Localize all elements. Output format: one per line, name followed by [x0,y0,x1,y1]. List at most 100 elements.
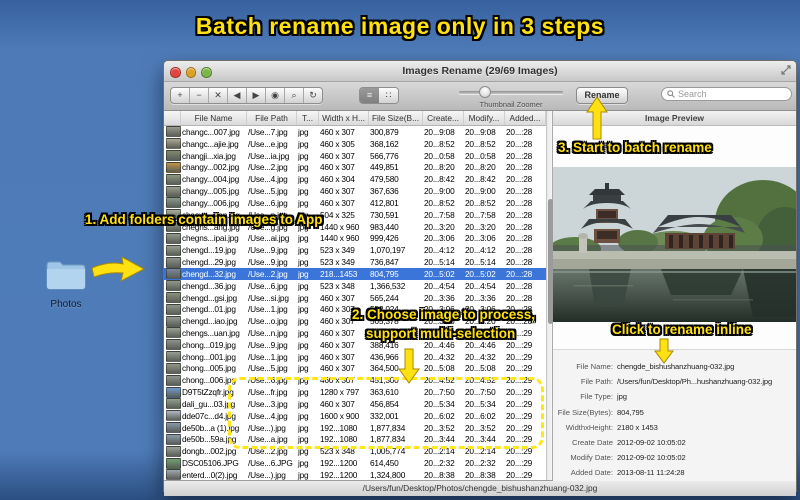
cell-modified: 20...3:06 [465,233,496,244]
table-row[interactable]: dongb...002.jpg/Use...2.jpg jpg 523 x 348 1… [164,445,546,457]
refresh-button[interactable]: ↻ [304,88,322,103]
cell-type: jpg [298,126,309,137]
step3-annotation: 3. Start to batch rename [558,140,712,155]
table-row[interactable]: chong...005.jpg/Use...5.jpg jpg 460 x 307 3… [164,362,546,375]
file-info-value[interactable]: 2012-09-02 10:05:02 [613,438,686,447]
list-view-icon[interactable]: ≡ [360,88,379,103]
table-row[interactable]: chong...001.jpg/Use...1.jpg jpg 460 x 307 4… [164,351,546,363]
table-row[interactable]: dde07c...d4.jpg/Use...4.jpg jpg 1600 x 900… [164,410,546,422]
cell-created: 20...9:08 [424,126,455,137]
remove-button[interactable]: − [190,88,209,103]
table-row[interactable]: chengd...gsi.jpg/Use...si.jpg jpg 460 x 30… [164,292,546,304]
table-scrollbar[interactable] [546,111,553,480]
cell-type: jpg [298,304,309,315]
cell-added: 20...:29 [506,422,533,433]
column-header[interactable]: File Size(B... [369,111,423,125]
back-button[interactable]: ◀ [228,88,247,103]
file-info-label: File Size(Bytes): [557,407,613,417]
slider-knob[interactable] [479,86,491,98]
table-row[interactable]: chengd...36.jpg/Use...6.jpg jpg 523 x 348 1… [164,280,546,292]
cell-added: 20...:29 [506,387,533,398]
table-row[interactable]: enterd...0(2).jpg/Use...).jpg jpg 192...12… [164,469,546,480]
file-info-value[interactable]: 2012-09-02 10:05:02 [613,453,686,462]
cell-modified: 20...3:36 [465,292,496,303]
cell-added: 20...:28 [506,150,533,161]
add-button[interactable]: + [171,88,190,103]
file-thumbnail-icon [164,138,181,150]
file-info-value[interactable]: /Users/fun/Desktop/Ph...hushanzhuang-032… [613,377,772,386]
table-row[interactable]: D9T5tZzqfr.jpg/Use...fr.jpg jpg 1280 x 797… [164,386,546,398]
cell-path: /Use...4.jpg [248,174,288,185]
table-row[interactable]: chegns...ipai.jpg/Use...ai.jpg jpg 1440 x … [164,232,546,244]
column-header[interactable]: File Name [181,111,247,125]
file-table: File Name File Path T... Width x H... File S… [164,111,546,480]
cell-type: jpg [298,446,309,457]
cell-path: /Use...6.jpg [248,375,288,386]
cell-name: chong...006.jpg [182,375,236,386]
photos-folder[interactable]: Photos [36,258,96,310]
title-bar[interactable]: Images Rename (29/69 Images) [164,61,796,82]
column-header[interactable]: File Path [247,111,297,125]
table-row[interactable]: chengd...19.jpg/Use...9.jpg jpg 523 x 349 1… [164,244,546,256]
thumbnail-zoomer-slider[interactable] [459,86,563,98]
table-row[interactable]: changy...005.jpg/Use...5.jpg jpg 460 x 307… [164,185,546,197]
cell-dims: 192...1200 [320,469,358,480]
column-header[interactable]: Added... [505,111,546,125]
view-mode-segmented-control[interactable]: ≡ ∷ [359,87,399,104]
table-row[interactable]: changy...002.jpg/Use...2.jpg jpg 460 x 307… [164,161,546,173]
cell-path: /Use...7.jpg [248,126,288,137]
file-thumbnail-icon [164,374,181,386]
cell-modified: 20...4:46 [465,339,496,350]
file-thumbnail-icon [164,339,181,351]
cell-created: 20...4:32 [424,351,455,362]
column-header[interactable]: Width x H... [319,111,369,125]
cell-modified: 20...8:38 [465,469,496,480]
grid-view-icon[interactable]: ∷ [379,88,398,103]
cell-size: 983,440 [370,221,399,232]
table-row[interactable]: changy...006.jpg/Use...6.jpg jpg 460 x 307… [164,197,546,209]
table-row[interactable]: chengd...32.jpg/Use...2.jpg jpg 218...1453… [164,267,546,280]
cell-name: changy...002.jpg [182,162,240,173]
column-header[interactable]: T... [297,111,319,125]
table-row[interactable]: dali_gu...03.jpg/Use...3.jpg jpg 460 x 307… [164,398,546,410]
file-thumbnail-icon [164,351,181,363]
table-row[interactable]: chong...006.jpg/Use...6.jpg jpg 460 x 307 4… [164,374,546,386]
cell-path: /Use...6.jpg [248,280,288,291]
fullscreen-icon[interactable] [781,65,791,75]
table-row[interactable]: changy...004.jpg/Use...4.jpg jpg 460 x 304… [164,173,546,185]
cell-size: 332,001 [370,410,399,421]
table-row[interactable]: de50b...59a.jpg/Use...a.jpg jpg 192...1080… [164,433,546,446]
cell-modified: 20...5:02 [465,268,496,279]
table-row[interactable]: chengd...29.jpg/Use...9.jpg jpg 523 x 349 7… [164,256,546,268]
file-info-value[interactable]: 804,795 [613,408,644,417]
cell-modified: 20...3:44 [465,434,496,445]
table-row[interactable]: changji...xia.jpg/Use...ia.jpg jpg 460 x 3… [164,150,546,162]
file-info-value[interactable]: 2013-08-11 11:24:28 [613,468,685,477]
table-row[interactable]: changc...007.jpg/Use...7.jpg jpg 460 x 307… [164,126,546,138]
file-thumbnail-icon [164,161,181,173]
column-header[interactable]: Modify... [464,111,505,125]
file-info-value[interactable]: jpg [613,392,627,401]
magnify-button[interactable]: ⌕ [285,88,304,103]
cell-dims: 1280 x 797 [320,387,360,398]
forward-button[interactable]: ▶ [247,88,266,103]
table-row[interactable]: de50b...a (1).jpg/Use...).jpg jpg 192...10… [164,422,546,434]
cell-added: 20...:28 [506,174,533,185]
cell-size: 565,244 [370,292,399,303]
cell-added: 20...:28 [506,186,533,197]
file-info-row: File Type: jpg [553,389,796,404]
column-header[interactable]: Create... [423,111,464,125]
delete-button[interactable]: ✕ [209,88,228,103]
cell-added: 20...:29 [506,469,533,480]
cell-added: 20...:29 [506,351,533,362]
file-info-value[interactable]: 2180 x 1453 [613,423,658,432]
preview-button[interactable]: ◉ [266,88,285,103]
table-header[interactable]: File Name File Path T... Width x H... File S… [164,111,546,126]
column-header[interactable] [164,111,181,125]
preview-image [553,167,796,322]
search-input[interactable]: Search [661,87,792,101]
cell-dims: 218...1453 [320,268,358,279]
table-row[interactable]: DSC05106.JPG/Use...6.JPG jpg 192...1200 614… [164,457,546,469]
file-thumbnail-icon [164,410,181,422]
table-row[interactable]: changc...ajie.jpg/Use...e.jpg jpg 460 x 30… [164,138,546,150]
